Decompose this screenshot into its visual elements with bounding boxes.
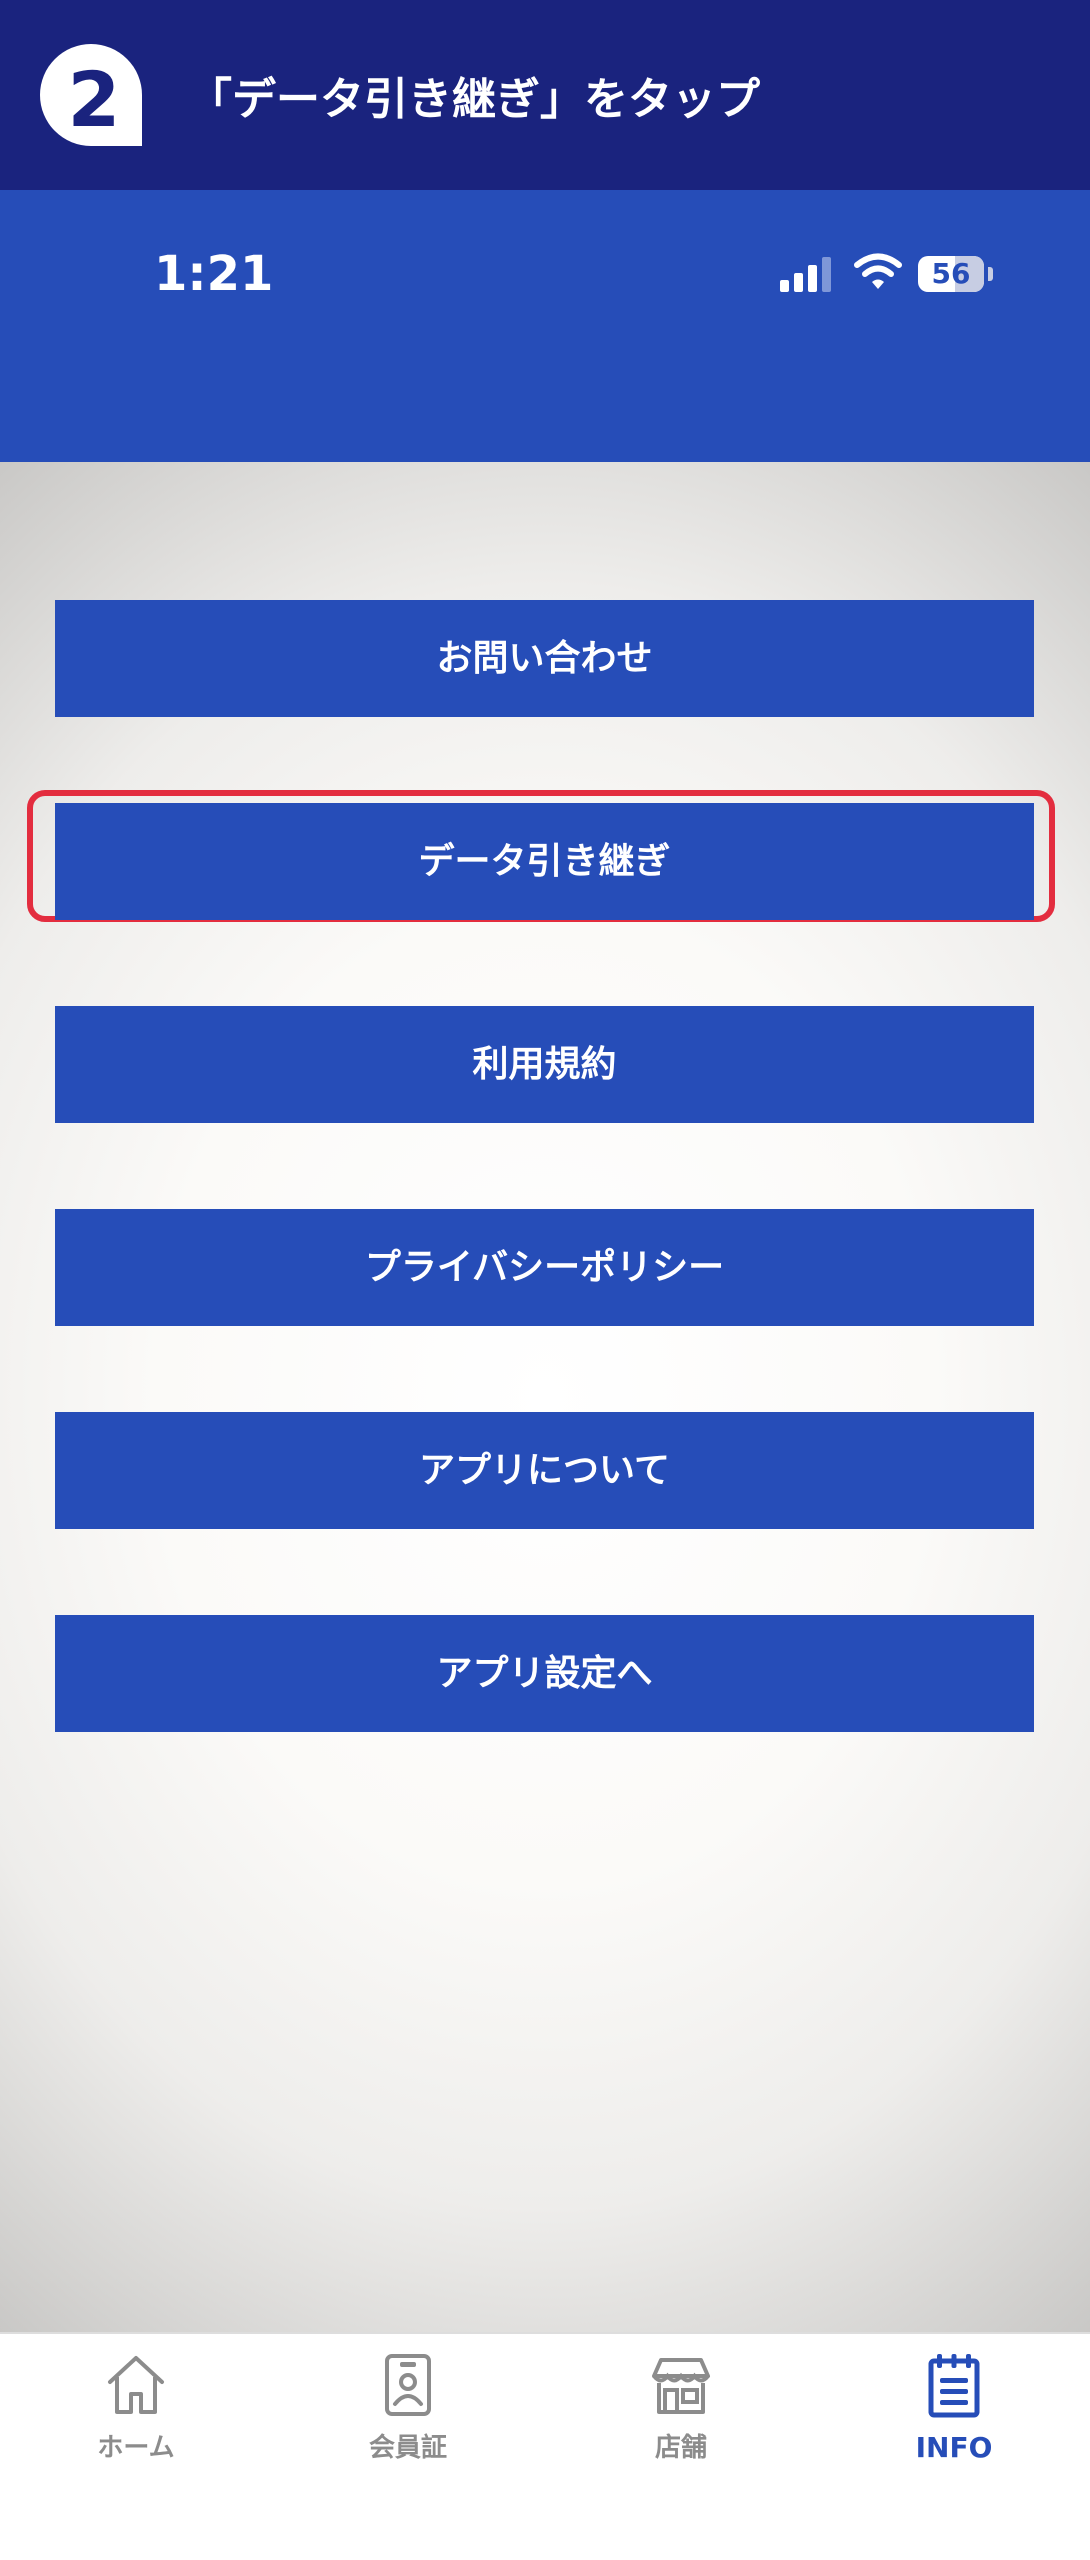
wifi-icon (854, 253, 902, 289)
tab-label-store: 店舗 (654, 2433, 707, 2463)
about-app-button[interactable]: アプリについて (55, 1412, 1034, 1529)
info-menu-area: お問い合わせ データ引き継ぎ 利用規約 プライバシーポリシー アプリについて ア… (0, 462, 1090, 2332)
status-icons: 56 (780, 250, 1000, 300)
contact-button[interactable]: お問い合わせ (55, 600, 1034, 717)
app-header: 1:21 56 (0, 190, 1090, 462)
app-settings-button[interactable]: アプリ設定へ (55, 1615, 1034, 1732)
tab-home[interactable]: ホーム (0, 2334, 272, 2560)
status-time: 1:21 (154, 246, 274, 302)
member-card-icon (385, 2354, 431, 2416)
battery-tip (988, 267, 993, 281)
tab-label-info: INFO (915, 2431, 993, 2464)
home-icon (108, 2356, 164, 2414)
tab-label-member-card: 会員証 (368, 2433, 447, 2463)
privacy-policy-button[interactable]: プライバシーポリシー (55, 1209, 1034, 1326)
brand-logo-text: 2 (68, 55, 121, 144)
tab-bar: ホーム 会員証 店舗 INFO (0, 2332, 1090, 2560)
tab-member-card[interactable]: 会員証 (272, 2334, 544, 2560)
tab-label-home: ホーム (97, 2433, 175, 2463)
info-notepad-icon (928, 2354, 980, 2418)
battery-level: 56 (931, 257, 971, 290)
terms-of-use-button[interactable]: 利用規約 (55, 1006, 1034, 1123)
instruction-banner: 2 「データ引き継ぎ」をタップ (0, 0, 1090, 190)
data-transfer-button[interactable]: データ引き継ぎ (55, 803, 1034, 920)
battery-icon: 56 (918, 256, 984, 292)
brand-logo-icon: 2 (40, 44, 142, 146)
tab-store[interactable]: 店舗 (545, 2334, 817, 2560)
instruction-title: 「データ引き継ぎ」をタップ (188, 74, 760, 125)
tab-info[interactable]: INFO (818, 2334, 1090, 2560)
store-icon (652, 2358, 710, 2414)
cellular-signal-icon (780, 257, 831, 292)
